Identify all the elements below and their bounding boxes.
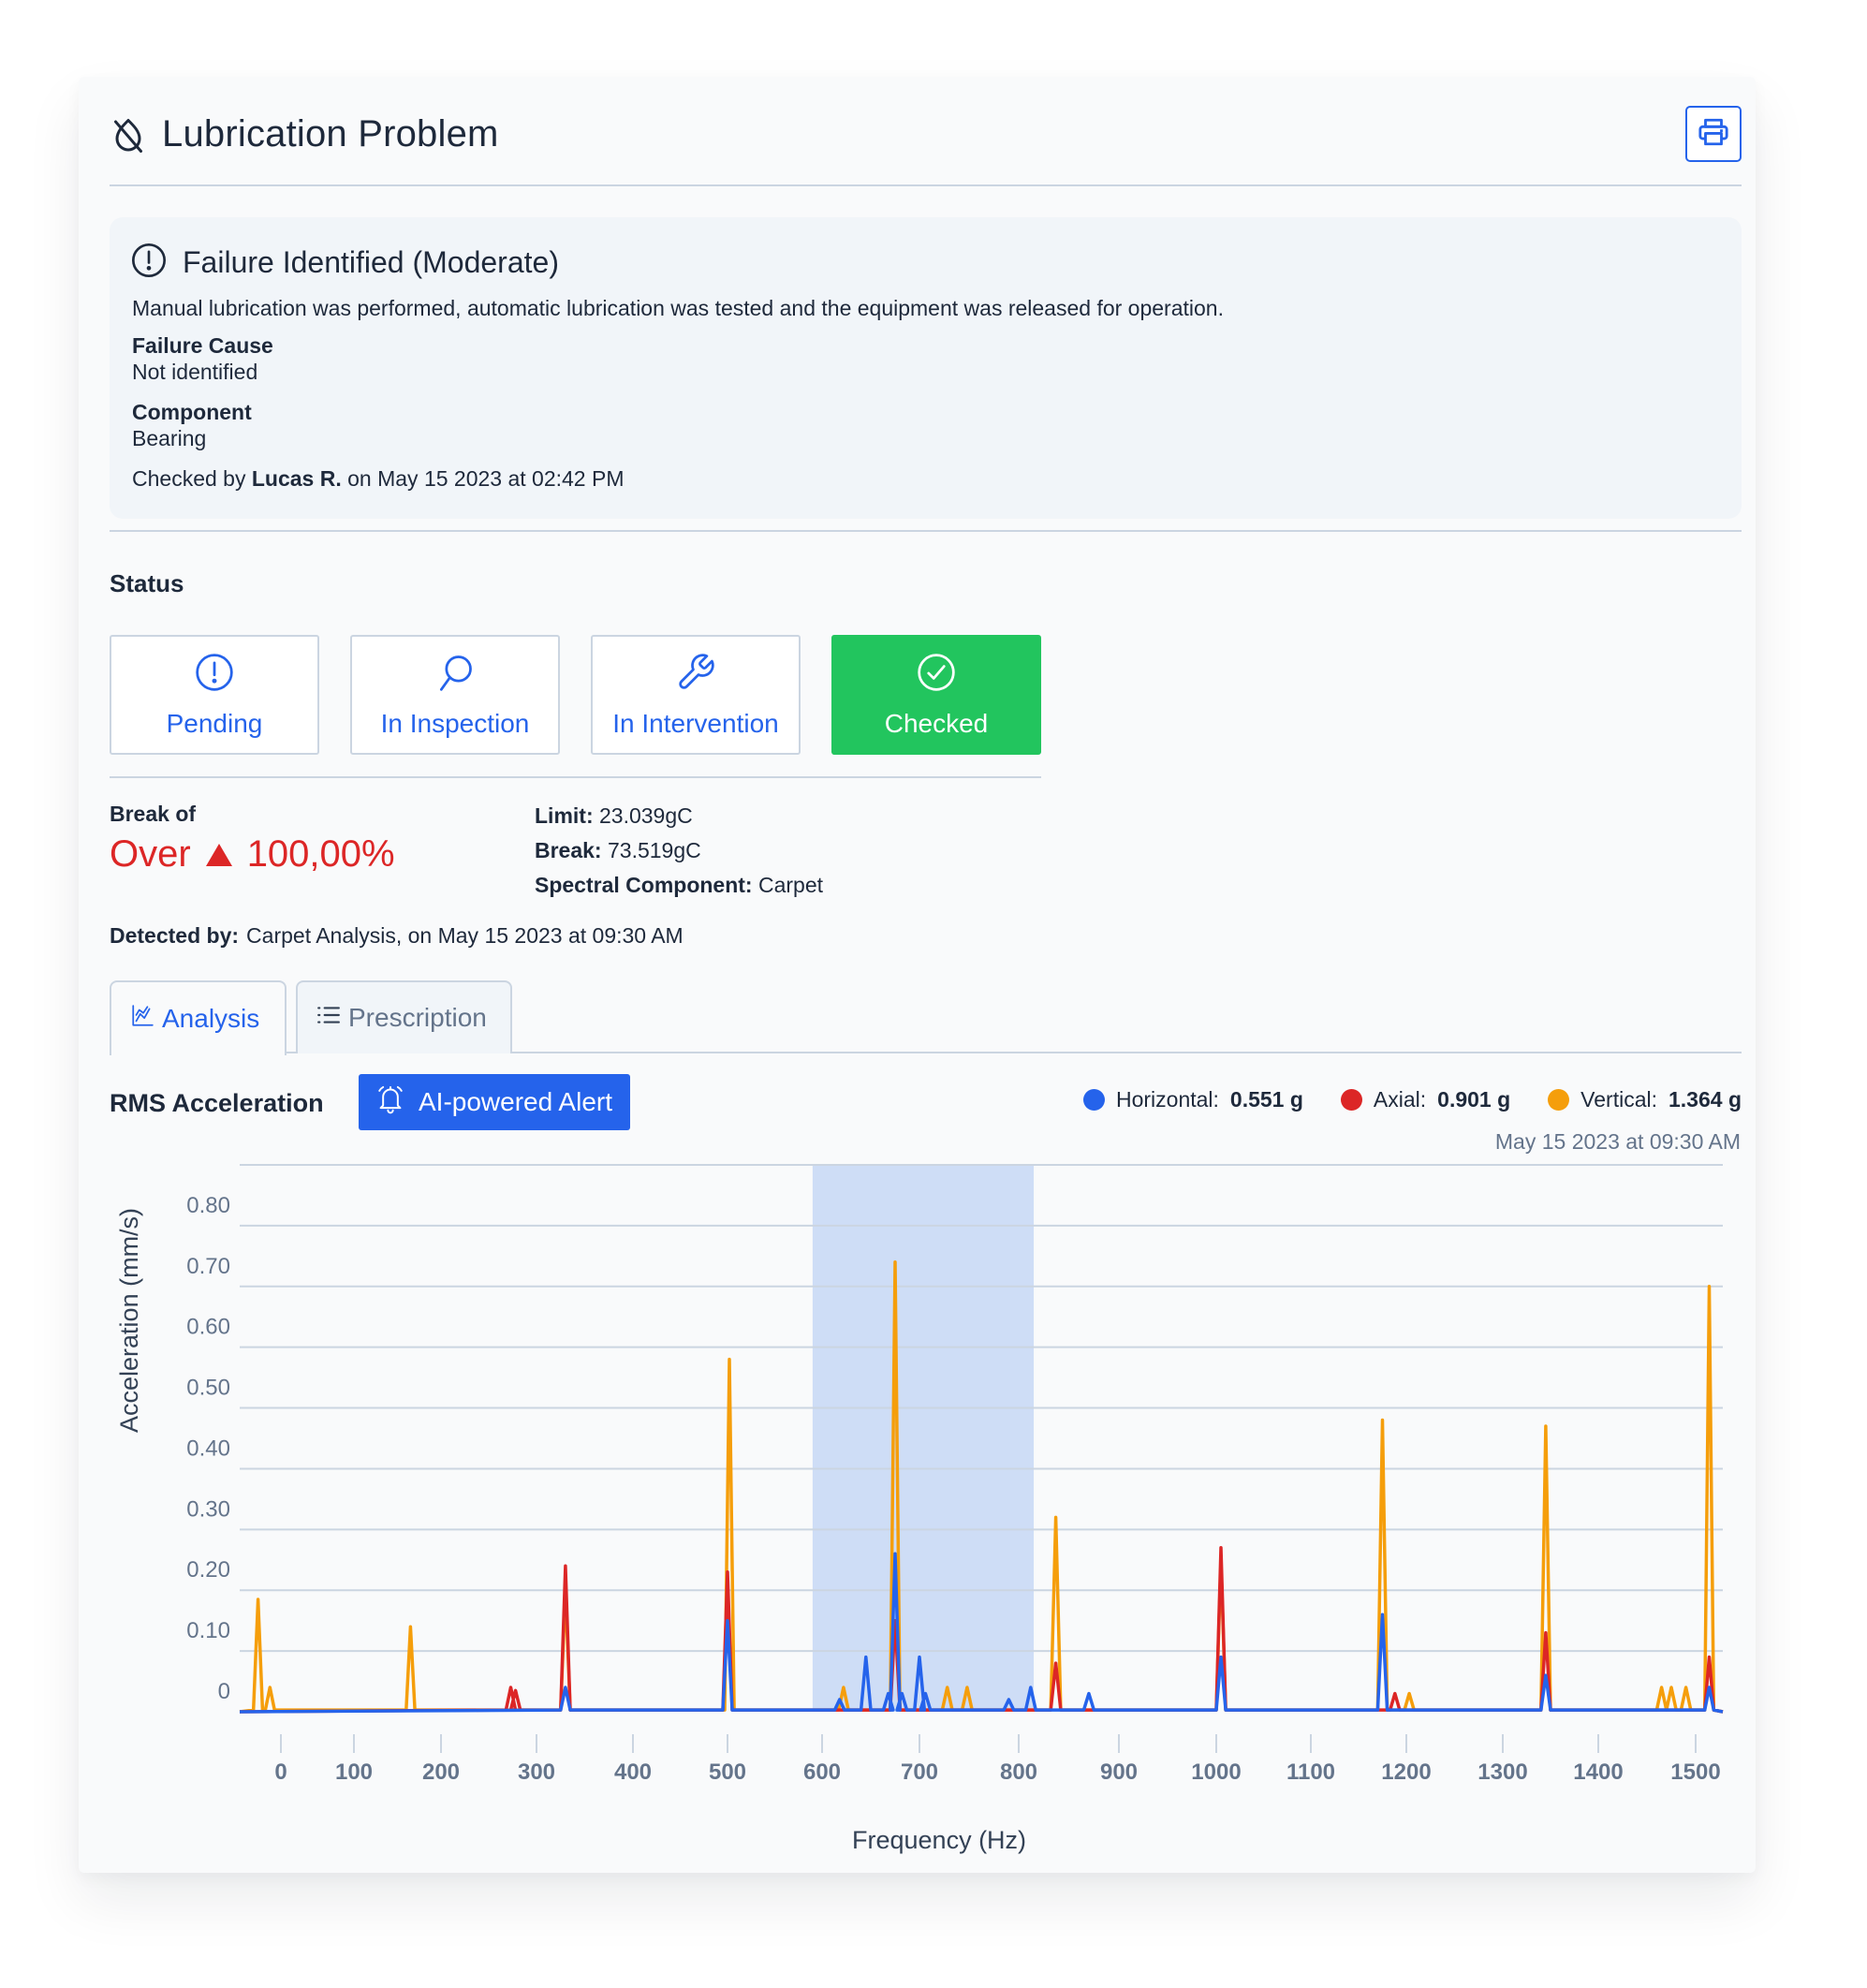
x-tick-label: 200 [422,1760,460,1785]
x-tick-label: 0 [274,1760,287,1785]
x-tick-label: 900 [1100,1760,1138,1785]
x-tick-label: 1500 [1670,1760,1720,1785]
x-tick-label: 300 [518,1760,555,1785]
y-tick-label: 0.50 [186,1376,230,1401]
y-tick-label: 0.80 [186,1193,230,1218]
chart-line-icon [130,1004,154,1035]
tab-label: Analysis [162,1004,260,1033]
x-tick-label: 700 [901,1760,938,1785]
highlight-band [812,1165,1035,1712]
x-tick-label: 1400 [1573,1760,1623,1785]
x-tick-label: 100 [335,1760,373,1785]
y-tick-label: 0.40 [186,1436,230,1461]
x-tick-label: 1300 [1477,1760,1527,1785]
y-tick-label: 0.30 [186,1496,230,1522]
x-axis-title: Frequency (Hz) [852,1826,1027,1854]
y-tick-label: 0 [218,1679,230,1704]
x-tick-label: 800 [1000,1760,1037,1785]
x-tick-label: 1000 [1191,1760,1241,1785]
x-tick-label: 400 [614,1760,652,1785]
x-tick-label: 500 [709,1760,746,1785]
x-tick-label: 1100 [1286,1760,1335,1785]
y-tick-label: 0.70 [186,1254,230,1279]
x-tick-label: 600 [803,1760,841,1785]
x-tick-label: 1200 [1381,1760,1431,1785]
y-axis-title: Acceleration (mm/s) [115,1207,143,1433]
y-tick-label: 0.10 [186,1618,230,1643]
tab-analysis[interactable]: Analysis [110,980,287,1055]
y-tick-label: 0.20 [186,1557,230,1583]
y-tick-label: 0.60 [186,1315,230,1340]
